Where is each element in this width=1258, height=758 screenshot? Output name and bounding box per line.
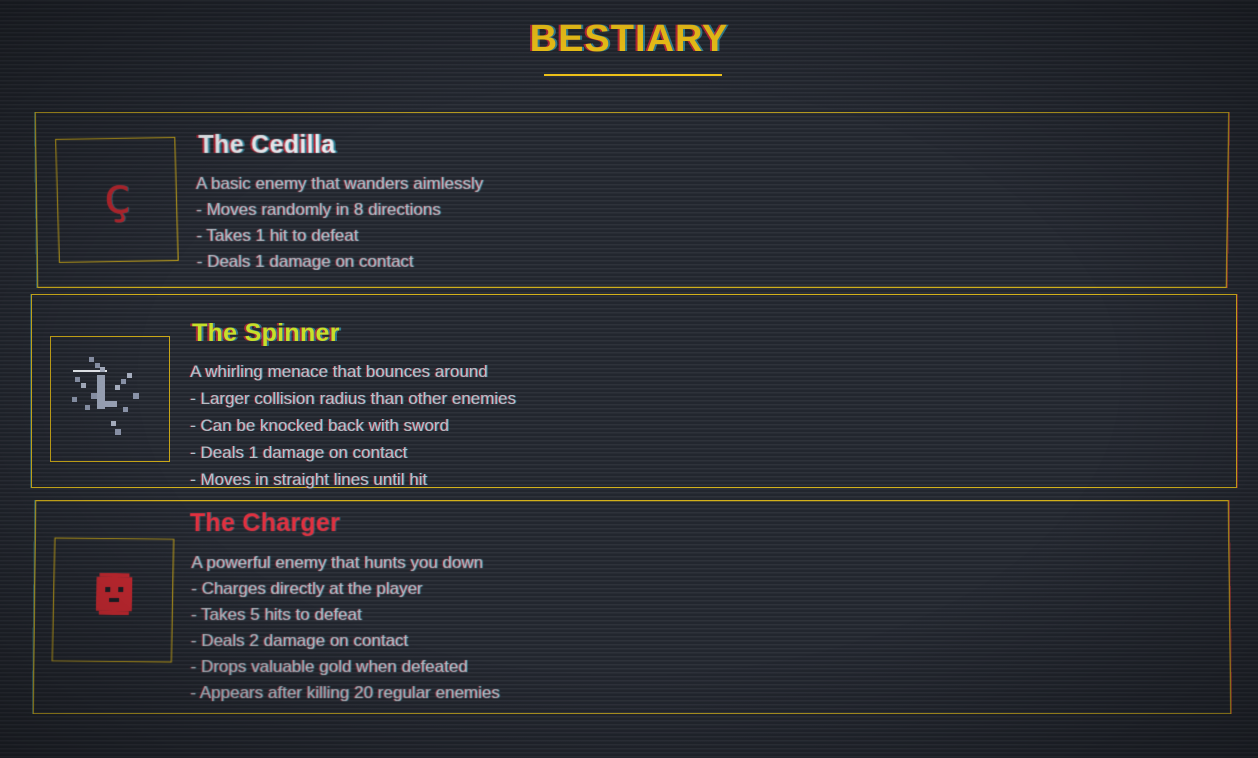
enemy-description-cedilla: A basic enemy that wanders aimlessly - M… [196, 171, 484, 275]
description-line: - Takes 5 hits to defeat [190, 605, 362, 625]
enemy-name-cedilla: The Cedilla [198, 130, 336, 159]
page-title: BESTIARY [529, 18, 729, 60]
description-line: - Larger collision radius than other ene… [190, 389, 517, 408]
enemy-portrait-cedilla: ç [55, 136, 179, 263]
description-line: - Appears after killing 20 regular enemi… [190, 683, 500, 703]
description-line: A basic enemy that wanders aimlessly [195, 173, 484, 194]
spinner-sprite-icon [72, 357, 139, 435]
cedilla-glyph-icon: ç [100, 166, 133, 226]
description-line: - Deals 2 damage on contact [190, 631, 409, 651]
charger-sprite-icon [95, 573, 133, 616]
enemy-name-charger: The Charger [189, 509, 341, 538]
description-line: - Drops valuable gold when defeated [190, 657, 468, 677]
bestiary-entry-spinner: The Spinner A whirling menace that bounc… [31, 294, 1237, 489]
bestiary-entry-cedilla: ç The Cedilla A basic enemy that wanders… [34, 111, 1230, 288]
description-line: - Moves in straight lines until hit [190, 470, 428, 489]
description-line: - Moves randomly in 8 directions [196, 200, 441, 219]
description-line: - Charges directly at the player [191, 579, 423, 599]
description-line: A powerful enemy that hunts you down [191, 553, 484, 573]
enemy-portrait-charger [51, 537, 175, 663]
description-line: A whirling menace that bounces around [190, 362, 488, 381]
description-line: - Can be knocked back with sword [190, 416, 449, 435]
enemy-portrait-spinner [50, 336, 170, 462]
title-underline [544, 74, 722, 76]
enemy-description-charger: A powerful enemy that hunts you down - C… [190, 550, 500, 706]
description-line: - Deals 1 damage on contact [196, 251, 414, 271]
enemy-description-spinner: A whirling menace that bounces around - … [190, 358, 516, 493]
description-line: - Takes 1 hit to defeat [196, 225, 359, 245]
description-line: - Deals 1 damage on contact [190, 443, 408, 462]
bestiary-entry-charger: The Charger A powerful enemy that hunts … [32, 500, 1232, 715]
enemy-name-spinner: The Spinner [192, 319, 340, 347]
